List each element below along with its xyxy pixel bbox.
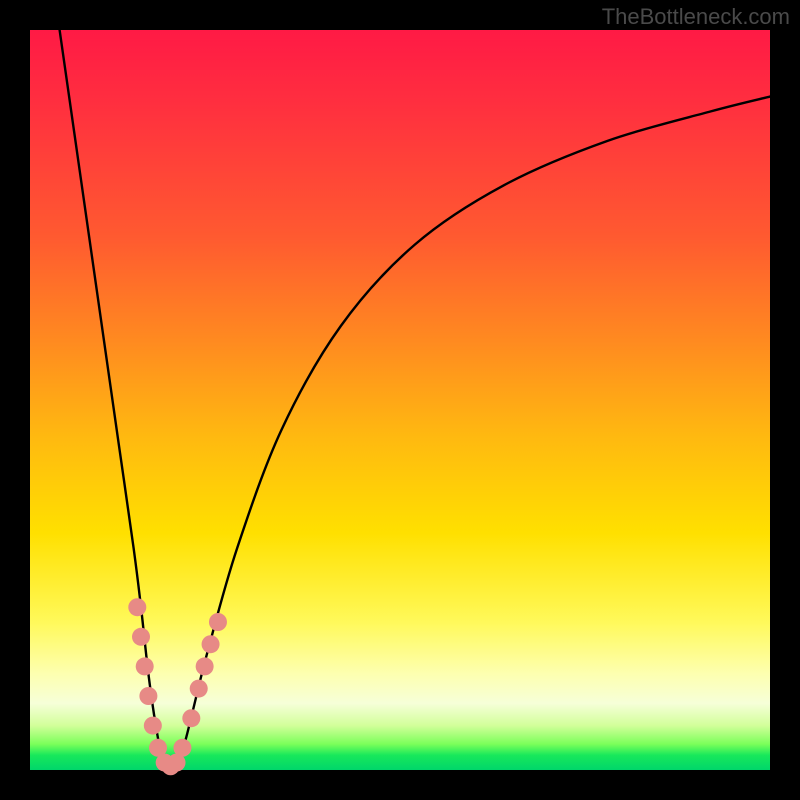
threshold-dot (128, 598, 146, 616)
curve-layer (30, 30, 770, 770)
threshold-dot (132, 628, 150, 646)
threshold-dot (144, 717, 162, 735)
threshold-dot (190, 680, 208, 698)
threshold-dot (173, 739, 191, 757)
threshold-dot (182, 709, 200, 727)
threshold-dot (202, 635, 220, 653)
threshold-dot (209, 613, 227, 631)
threshold-dot (139, 687, 157, 705)
threshold-dot (136, 657, 154, 675)
watermark-text: TheBottleneck.com (602, 4, 790, 30)
threshold-dot (196, 657, 214, 675)
chart-frame: TheBottleneck.com (0, 0, 800, 800)
plot-area (30, 30, 770, 770)
bottleneck-curve (60, 30, 770, 770)
